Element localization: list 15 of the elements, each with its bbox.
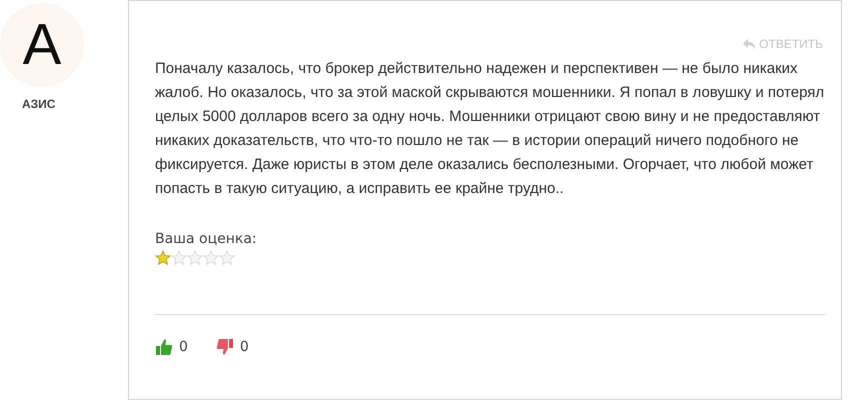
review-text: Поначалу казалось, что брокер действительно надежен и перспективен — не было никаких жалоб. Но оказалось, что за этой маской скрываются мошенники. Я попал в ловушку и потерял целых 5000 долларов всего за одну ночь. Мошенники отрицают свою вину и не предоставляют никаких доказательств, что что-то пошло не так — в истории операций ничего подобного не фиксируется. Даже юристы в этом деле оказались бесполезными. Огорчает, что любой может попасть в такую ситуацию, а исправить ее крайне трудно.. xyxy=(155,59,826,199)
star-icon xyxy=(187,250,203,266)
thumbs-down-icon[interactable] xyxy=(216,338,234,356)
author-name: АЗИС xyxy=(22,97,56,111)
avatar: А xyxy=(0,3,84,87)
reply-link[interactable]: ОТВЕТИТЬ xyxy=(743,37,823,51)
reply-icon xyxy=(743,38,756,50)
rating-label: Ваша оценка: xyxy=(155,231,258,247)
dislikes-count: 0 xyxy=(240,339,249,355)
star-icon xyxy=(203,250,219,266)
star-icon xyxy=(219,250,235,266)
star-icon xyxy=(171,250,187,266)
thumbs-up-icon[interactable] xyxy=(155,338,173,356)
likes-count: 0 xyxy=(179,339,188,355)
star-icon xyxy=(155,250,171,266)
